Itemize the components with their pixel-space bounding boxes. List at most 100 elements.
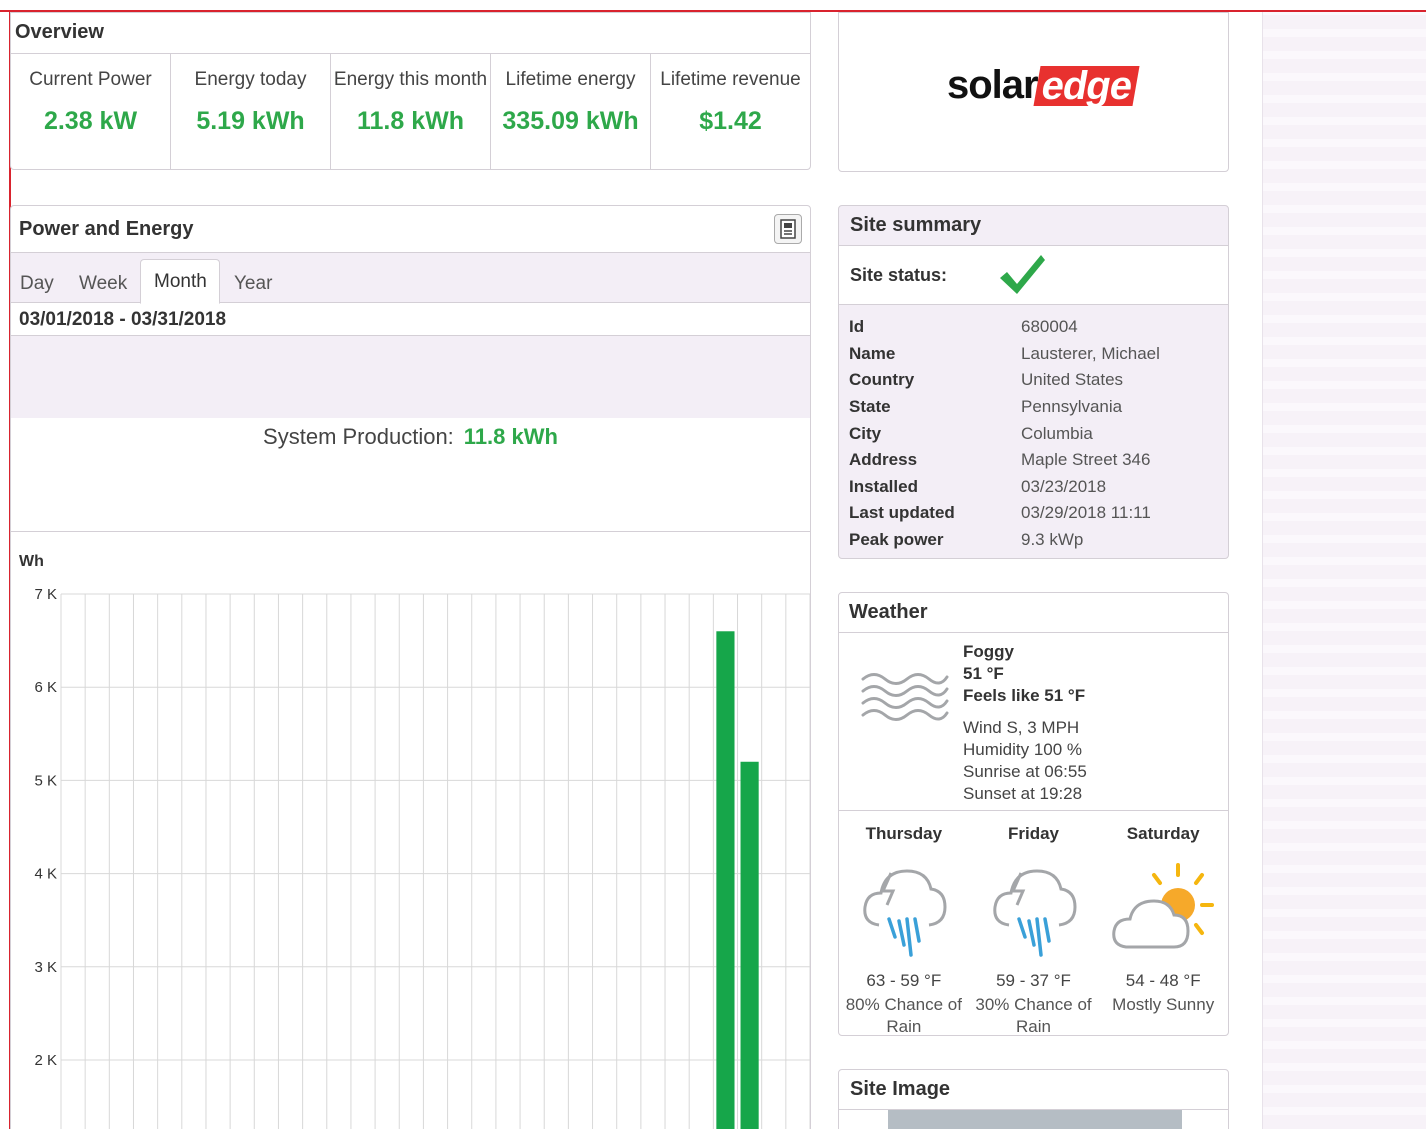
check-icon: [1000, 255, 1045, 294]
info-value: 03/23/2018: [1021, 476, 1107, 496]
weather-header: Weather: [839, 593, 1228, 633]
info-value: Maple Street 346: [1021, 450, 1151, 470]
y-axis-label: Wh: [19, 553, 44, 570]
kpi-lifetime-revenue: Lifetime revenue $1.42: [651, 54, 810, 169]
site-info-list: Id 680004 Name Lausterer, Michael Countr…: [839, 305, 1228, 562]
site-status-label: Site status:: [850, 265, 948, 285]
info-row-country: Country United States: [849, 367, 1218, 394]
logo-edge-text: edge: [1033, 64, 1140, 108]
site-summary-panel: Site summary Site status: Id 680004 Name…: [838, 205, 1229, 559]
logo-solar-text: solar: [947, 63, 1039, 107]
info-key: Installed: [849, 476, 918, 496]
current-weather-details: Foggy 51 °F Feels like 51 °F Wind S, 3 M…: [963, 641, 1087, 805]
thunderstorm-icon: [992, 869, 1077, 957]
kpi-value: 2.38 kW: [43, 107, 138, 135]
kpi-current-power: Current Power 2.38 kW: [11, 54, 171, 169]
info-row-id: Id 680004: [849, 314, 1218, 341]
forecast-desc: 80% Chance of Rain: [845, 995, 962, 1036]
forecast-day-name: Saturday: [1126, 824, 1200, 843]
site-summary-header: Site summary: [839, 206, 1228, 246]
info-value: Pennsylvania: [1021, 397, 1123, 417]
weather-condition: Foggy: [963, 642, 1014, 661]
weather-feels-like: Feels like 51 °F: [963, 686, 1086, 705]
overview-title: Overview: [15, 21, 104, 43]
info-value: 9.3 kWp: [1021, 530, 1084, 550]
info-key: State: [849, 397, 891, 417]
production-band: [11, 336, 810, 418]
kpi-energy-month: Energy this month 11.8 kWh: [331, 54, 491, 169]
info-key: Peak power: [849, 530, 944, 550]
tab-year[interactable]: Year: [234, 263, 272, 305]
system-production-text: System Production: 11.8 kWh: [11, 424, 810, 450]
bar-day-28: [716, 631, 735, 1129]
info-value: Columbia: [1021, 423, 1093, 443]
forecast-temp: 63 - 59 °F: [866, 971, 942, 990]
site-summary-title: Site summary: [850, 214, 982, 236]
site-image-title: Site Image: [850, 1078, 951, 1100]
forecast-temp: 54 - 48 °F: [1125, 971, 1201, 990]
y-tick-label: 7 K: [34, 586, 57, 603]
site-image-header: Site Image: [839, 1070, 1228, 1110]
tab-day[interactable]: Day: [20, 263, 54, 305]
forecast-day: Thursday 63 - 59 °F 80% Chance of Rain: [839, 811, 969, 1036]
info-row-city: City Columbia: [849, 420, 1218, 447]
forecast-day-name: Friday: [1007, 824, 1060, 843]
energy-chart: Wh 7 K 6 K 5 K 4 K 3 K 2 K: [11, 532, 810, 1129]
kpi-lifetime-energy: Lifetime energy 335.09 kWh: [491, 54, 651, 169]
export-button[interactable]: [774, 214, 802, 244]
weather-panel: Weather Foggy 51 °F Feels like 51 °F Win…: [838, 592, 1229, 1036]
tab-month[interactable]: Month: [140, 259, 220, 304]
site-status-row: Site status:: [839, 246, 1228, 305]
forecast-day: Friday 59 - 37 °F 30% Chance of Rain: [969, 811, 1099, 1036]
thunderstorm-icon: [863, 869, 947, 957]
power-energy-title: Power and Energy: [19, 218, 194, 240]
kpi-row: Current Power 2.38 kW Energy today 5.19 …: [11, 54, 810, 169]
power-energy-header: Power and Energy: [11, 206, 810, 253]
info-row-peak-power: Peak power 9.3 kWp: [849, 527, 1218, 554]
info-value: 03/29/2018 11:11: [1021, 503, 1151, 523]
weather-forecast: Thursday 63 - 59 °F 80% Chance of Rain F…: [839, 811, 1228, 1036]
energy-bar-chart: Wh 7 K 6 K 5 K 4 K 3 K 2 K: [19, 553, 810, 1129]
weather-wind: Wind S, 3 MPH: [963, 718, 1080, 737]
forecast-day: Saturday 54 - 48 °F Mostly Sunny: [1098, 811, 1228, 1035]
info-row-last-updated: Last updated 03/29/2018 11:11: [849, 500, 1218, 527]
y-tick-label: 5 K: [34, 772, 57, 789]
kpi-label: Energy today: [194, 69, 307, 90]
forecast-temp: 59 - 37 °F: [996, 971, 1071, 990]
current-weather: Foggy 51 °F Feels like 51 °F Wind S, 3 M…: [839, 633, 1228, 811]
y-tick-label: 6 K: [34, 679, 57, 696]
y-tick-label: 4 K: [34, 866, 57, 883]
info-row-name: Name Lausterer, Michael: [849, 341, 1218, 368]
kpi-label: Energy this month: [333, 69, 488, 90]
bar-day-29: [740, 761, 759, 1129]
kpi-label: Lifetime energy: [505, 69, 636, 90]
weather-sunrise: Sunrise at 06:55: [963, 762, 1087, 781]
system-production-value: 11.8 kWh: [463, 424, 558, 449]
export-icon: [780, 219, 796, 239]
kpi-value: 335.09 kWh: [502, 107, 639, 135]
forecast-desc: Mostly Sunny: [1112, 995, 1215, 1014]
info-value: United States: [1021, 370, 1124, 390]
site-image[interactable]: [888, 1110, 1182, 1129]
y-tick-label: 2 K: [34, 1052, 57, 1069]
info-key: Country: [849, 370, 915, 390]
info-key: Address: [849, 450, 918, 470]
info-row-state: State Pennsylvania: [849, 394, 1218, 421]
weather-title: Weather: [849, 601, 928, 623]
site-image-panel: Site Image: [838, 1069, 1229, 1129]
period-tabs: Day Week Month Year: [11, 253, 810, 305]
info-key: Id: [849, 317, 865, 337]
info-key: Last updated: [849, 503, 955, 523]
kpi-value: 5.19 kWh: [196, 107, 305, 135]
overview-header: Overview: [11, 13, 810, 54]
solaredge-logo: solar edge: [947, 63, 1140, 108]
system-production-label: System Production:: [263, 424, 454, 449]
partly-sunny-icon: [1112, 863, 1215, 949]
info-row-address: Address Maple Street 346: [849, 447, 1218, 474]
tab-week[interactable]: Week: [79, 263, 127, 305]
fog-icon: [861, 673, 949, 721]
date-range: 03/01/2018 - 03/31/2018: [11, 303, 810, 336]
weather-temp: 51 °F: [963, 664, 1004, 683]
logo-panel: solar edge: [838, 12, 1229, 172]
